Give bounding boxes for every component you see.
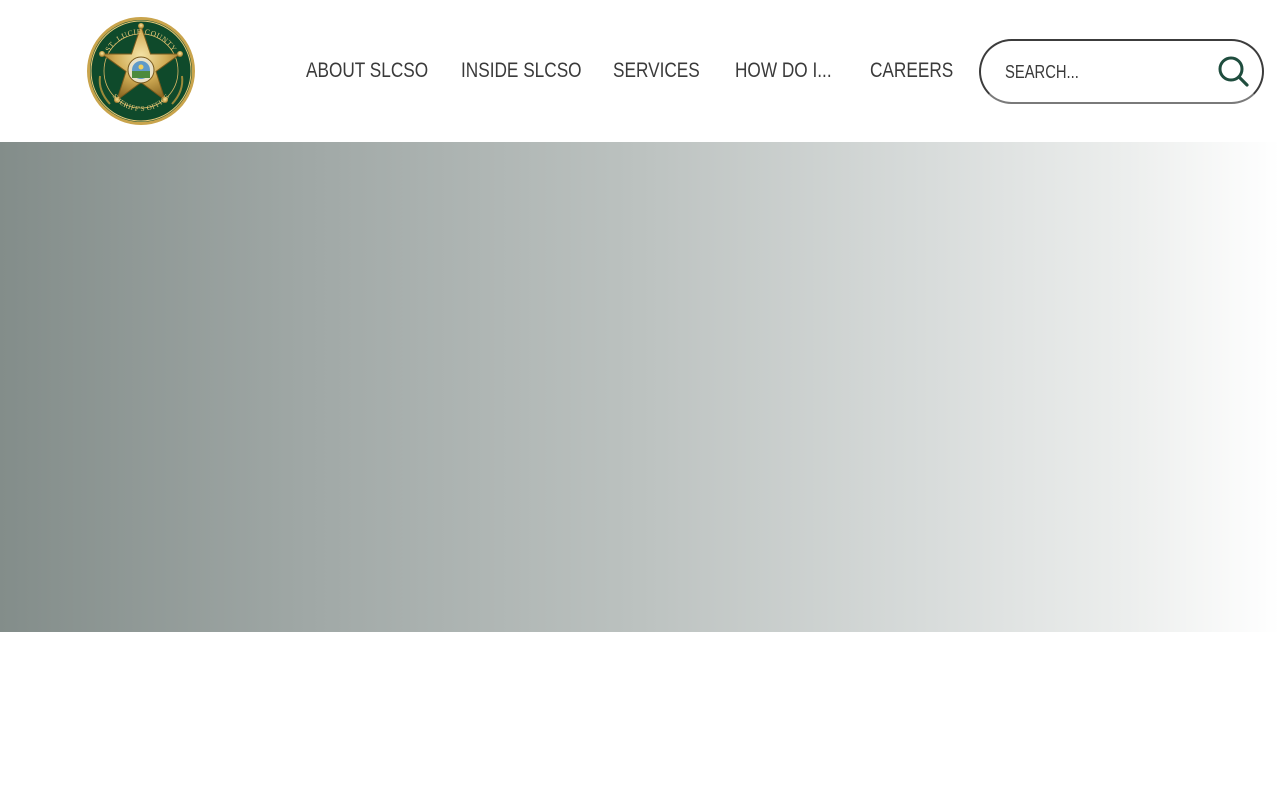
search-icon[interactable] <box>1217 55 1249 87</box>
search-input[interactable] <box>1005 57 1178 87</box>
nav-item-services[interactable]: SERVICES <box>613 56 700 86</box>
nav-item-about-slcso[interactable]: ABOUT SLCSO <box>306 56 428 86</box>
nav-item-careers[interactable]: CAREERS <box>870 56 953 86</box>
hero-banner <box>0 142 1280 632</box>
site-header: ST. LUCIE COUNTY SHERIFF'S OFFICE ABOUT … <box>0 0 1280 142</box>
page-content <box>0 632 1280 800</box>
nav-item-how-do-i[interactable]: HOW DO I... <box>735 56 832 86</box>
main-nav: ABOUT SLCSO INSIDE SLCSO SERVICES HOW DO… <box>0 0 960 142</box>
search-box <box>979 39 1264 104</box>
nav-item-inside-slcso[interactable]: INSIDE SLCSO <box>461 56 582 86</box>
